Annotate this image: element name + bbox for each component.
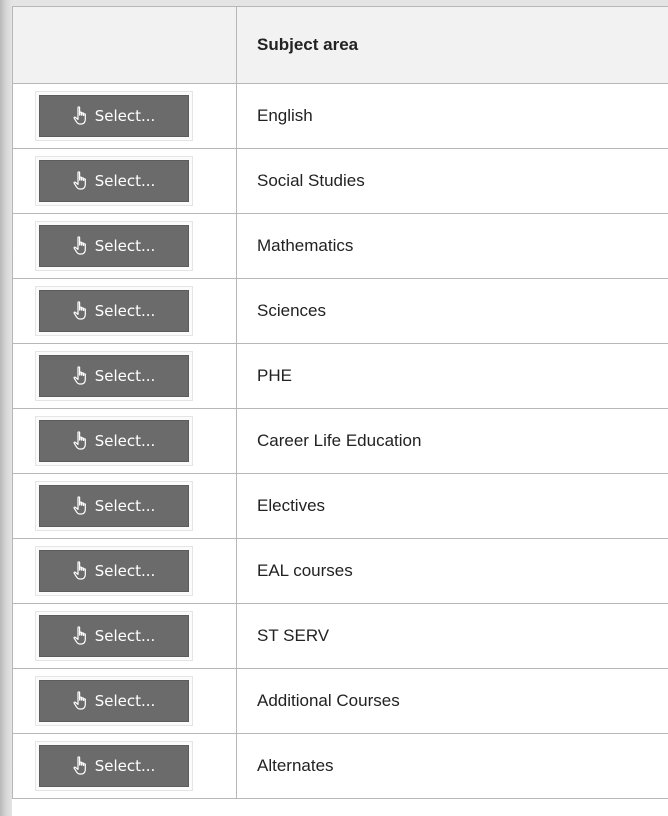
subject-name: Additional Courses [257,691,400,710]
table-header-row: Subject area [12,6,668,84]
action-cell: Select... [12,213,237,279]
subject-name: English [257,106,313,125]
action-cell: Select... [12,733,237,799]
select-button-label: Select... [94,367,156,385]
table-row: Select... Alternates [12,733,668,799]
select-button[interactable]: Select... [39,225,189,267]
subject-cell: PHE [236,343,668,409]
subject-name: Sciences [257,301,326,320]
table-row: Select... ST SERV [12,603,668,669]
action-cell: Select... [12,603,237,669]
select-button-frame: Select... [35,676,193,726]
subject-cell: Career Life Education [236,408,668,474]
window-frame: Subject area Select... English Select...… [0,0,668,816]
select-button[interactable]: Select... [39,420,189,462]
select-button-label: Select... [94,562,156,580]
hand-pointer-icon [73,756,89,776]
hand-pointer-icon [73,561,89,581]
hand-pointer-icon [73,366,89,386]
hand-pointer-icon [73,496,89,516]
select-button-label: Select... [94,107,156,125]
subject-cell: EAL courses [236,538,668,604]
table-row: Select... PHE [12,343,668,409]
table-row: Select... Mathematics [12,213,668,279]
select-button[interactable]: Select... [39,745,189,787]
table-row: Select... Social Studies [12,148,668,214]
select-button-frame: Select... [35,416,193,466]
action-cell: Select... [12,538,237,604]
subject-area-table: Subject area Select... English Select...… [12,6,668,799]
action-cell: Select... [12,83,237,149]
select-button-frame: Select... [35,546,193,596]
subject-cell: ST SERV [236,603,668,669]
subject-cell: Social Studies [236,148,668,214]
select-button[interactable]: Select... [39,485,189,527]
action-cell: Select... [12,668,237,734]
subject-cell: English [236,83,668,149]
action-cell: Select... [12,473,237,539]
hand-pointer-icon [73,171,89,191]
select-button-frame: Select... [35,156,193,206]
select-button-label: Select... [94,627,156,645]
hand-pointer-icon [73,626,89,646]
subject-cell: Mathematics [236,213,668,279]
select-button-label: Select... [94,497,156,515]
action-cell: Select... [12,278,237,344]
hand-pointer-icon [73,431,89,451]
subject-cell: Sciences [236,278,668,344]
table-row: Select... Additional Courses [12,668,668,734]
action-cell: Select... [12,343,237,409]
action-cell: Select... [12,408,237,474]
select-button-label: Select... [94,692,156,710]
select-button-frame: Select... [35,286,193,336]
select-button[interactable]: Select... [39,160,189,202]
select-button-frame: Select... [35,481,193,531]
hand-pointer-icon [73,106,89,126]
subject-area-panel: Subject area Select... English Select...… [12,6,668,816]
subject-cell: Electives [236,473,668,539]
table-row: Select... Sciences [12,278,668,344]
select-button-label: Select... [94,237,156,255]
subject-name: EAL courses [257,561,353,580]
subject-cell: Additional Courses [236,668,668,734]
subject-name: Alternates [257,756,334,775]
subject-name: Mathematics [257,236,354,255]
select-button-label: Select... [94,302,156,320]
table-body: Select... English Select... Social Studi… [12,83,668,799]
select-button-label: Select... [94,432,156,450]
select-button[interactable]: Select... [39,355,189,397]
select-button-frame: Select... [35,611,193,661]
select-button-label: Select... [94,172,156,190]
subject-name: Electives [257,496,326,515]
select-button[interactable]: Select... [39,95,189,137]
select-button-frame: Select... [35,221,193,271]
table-row: Select... EAL courses [12,538,668,604]
hand-pointer-icon [73,691,89,711]
subject-name: PHE [257,366,292,385]
table-row: Select... English [12,83,668,149]
select-button-frame: Select... [35,91,193,141]
hand-pointer-icon [73,236,89,256]
select-button[interactable]: Select... [39,550,189,592]
table-row: Select... Electives [12,473,668,539]
select-button[interactable]: Select... [39,615,189,657]
subject-name: Career Life Education [257,431,422,450]
action-cell: Select... [12,148,237,214]
table-row: Select... Career Life Education [12,408,668,474]
select-button[interactable]: Select... [39,290,189,332]
hand-pointer-icon [73,301,89,321]
select-button-frame: Select... [35,351,193,401]
subject-area-column-header[interactable]: Subject area [236,6,668,84]
select-button-frame: Select... [35,741,193,791]
action-column-header [12,6,237,84]
subject-name: ST SERV [257,626,330,645]
select-button-label: Select... [94,757,156,775]
select-button[interactable]: Select... [39,680,189,722]
subject-name: Social Studies [257,171,365,190]
subject-cell: Alternates [236,733,668,799]
